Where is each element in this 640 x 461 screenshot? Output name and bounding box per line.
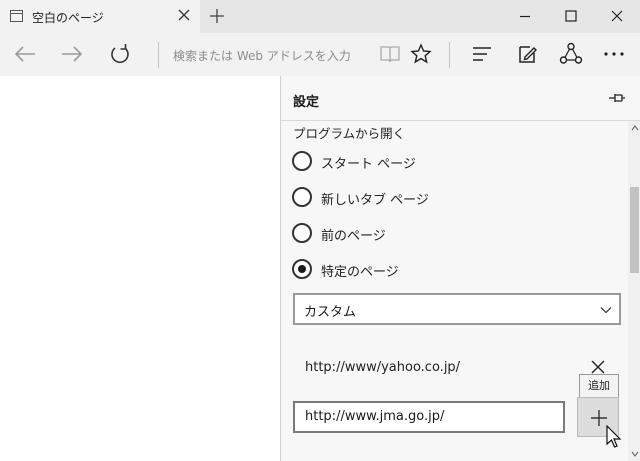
radio-circle[interactable] [292, 151, 312, 171]
navigation-bar: 検索または Web アドレスを入力 [0, 33, 640, 76]
custom-page-url: http://www/yahoo.co.jp/ [305, 360, 461, 375]
radio-circle-selected[interactable] [292, 259, 312, 279]
share-icon[interactable] [554, 37, 588, 71]
radio-circle[interactable] [292, 223, 312, 243]
radio-label: 特定のページ [321, 265, 399, 280]
address-input[interactable]: 検索または Web アドレスを入力 [173, 47, 351, 64]
title-bar: 空白のページ [0, 0, 640, 33]
radio-dot [298, 265, 306, 273]
tab-title: 空白のページ [32, 11, 104, 25]
close-icon[interactable] [176, 7, 192, 23]
pin-icon[interactable] [607, 90, 627, 106]
hub-icon[interactable] [465, 37, 499, 71]
mouse-cursor-icon [606, 425, 622, 448]
panel-title: 設定 [293, 95, 320, 110]
plus-icon[interactable] [208, 7, 226, 25]
radio-circle[interactable] [292, 187, 312, 207]
minimize-icon[interactable] [502, 0, 548, 33]
scroll-up-icon[interactable] [631, 124, 639, 132]
open-with-label: プログラムから開く [293, 126, 406, 141]
panel-scrollbar[interactable] [628, 121, 640, 461]
reading-view-icon[interactable] [373, 37, 407, 71]
more-icon[interactable] [597, 37, 631, 71]
web-note-icon[interactable] [510, 37, 544, 71]
favorite-star-icon[interactable] [404, 37, 438, 71]
radio-label: 新しいタブ ページ [321, 193, 429, 208]
address-separator [158, 42, 159, 68]
radio-new-tab-page[interactable]: 新しいタブ ページ [292, 185, 572, 209]
chevron-down-icon [600, 307, 612, 314]
radio-previous-page[interactable]: 前のページ [292, 221, 572, 245]
panel-divider [281, 120, 640, 121]
tab-page-icon [10, 10, 23, 22]
radio-specific-page[interactable]: 特定のページ [292, 257, 572, 281]
forward-icon[interactable] [55, 37, 89, 71]
window-close-icon[interactable] [594, 0, 640, 33]
radio-start-page[interactable]: スタート ページ [292, 149, 572, 173]
back-icon[interactable] [8, 37, 42, 71]
radio-label: 前のページ [321, 229, 386, 244]
scroll-down-icon[interactable] [631, 450, 639, 458]
new-page-url-input[interactable]: http://www.jma.go.jp/ [293, 401, 565, 433]
browser-tab[interactable]: 空白のページ [0, 0, 200, 33]
maximize-icon[interactable] [548, 0, 594, 33]
page-select-dropdown[interactable]: カスタム [293, 293, 621, 325]
add-tooltip: 追加 [579, 374, 619, 398]
radio-label: スタート ページ [321, 157, 416, 172]
select-value: カスタム [304, 305, 357, 320]
refresh-icon[interactable] [103, 37, 137, 71]
scroll-thumb[interactable] [630, 187, 639, 273]
settings-panel: 設定 プログラムから開く スタート ページ 新しいタブ ページ 前のページ 特定… [280, 76, 640, 461]
page-content [0, 76, 280, 461]
toolbar-separator [449, 42, 450, 68]
